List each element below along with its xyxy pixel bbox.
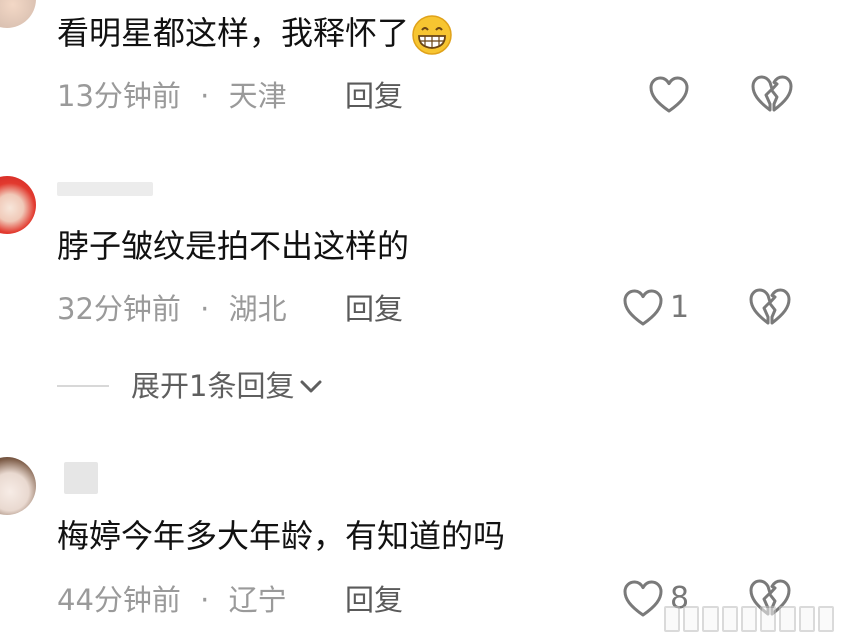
comment-time: 44分钟前 [57, 583, 181, 617]
watermark-glyph [740, 606, 758, 632]
comment-time: 32分钟前 [57, 292, 181, 326]
comment-meta: 13分钟前 · 天津 [57, 78, 287, 114]
comment-text-wrapper: 看明星都这样，我释怀了 [57, 13, 453, 56]
watermark-glyph [683, 606, 700, 632]
username-redacted [57, 182, 153, 196]
watermark-glyph [721, 606, 738, 632]
watermark-glyph [817, 606, 834, 632]
heart-outline-icon [623, 580, 663, 617]
like-button[interactable]: 1 [622, 287, 689, 329]
expand-replies-button[interactable]: 展开1条回复 [57, 366, 324, 406]
comment-meta: 32分钟前 · 湖北 [57, 291, 287, 327]
heart-outline-icon [649, 76, 689, 113]
heart-outline-icon [623, 289, 663, 326]
like-count: 1 [670, 290, 690, 325]
comment-meta: 44分钟前 · 辽宁 [57, 582, 287, 618]
comment-location: 天津 [228, 79, 287, 113]
comment-text: 脖子皱纹是拍不出这样的 [57, 227, 410, 265]
watermark [664, 605, 834, 633]
dislike-button[interactable] [750, 74, 796, 116]
dislike-button[interactable] [748, 287, 794, 329]
broken-heart-icon [749, 288, 791, 325]
chevron-down-icon [300, 380, 322, 393]
avatar[interactable] [0, 0, 36, 28]
like-button[interactable] [648, 74, 696, 116]
expand-replies-label: 展开1条回复 [131, 369, 295, 403]
comment-location: 湖北 [228, 292, 287, 326]
reply-button[interactable]: 回复 [345, 291, 403, 327]
meta-separator: · [200, 583, 210, 617]
comment-location: 辽宁 [228, 583, 287, 617]
grinning-face-emoji-icon [412, 15, 452, 55]
watermark-glyph [664, 606, 681, 632]
watermark-glyph [779, 606, 796, 632]
comment-list: 看明星都这样，我释怀了 13分钟前 · 天津 回复 脖子皱纹是拍不出这样的 32… [0, 0, 844, 640]
username-redacted [64, 462, 98, 494]
avatar[interactable] [0, 457, 36, 515]
reply-button[interactable]: 回复 [345, 582, 403, 618]
comment-text: 梅婷今年多大年龄，有知道的吗 [57, 517, 506, 555]
comment-text: 看明星都这样，我释怀了 [57, 14, 410, 52]
watermark-glyph [760, 606, 777, 632]
comment-time: 13分钟前 [57, 79, 181, 113]
watermark-glyph [798, 606, 815, 632]
broken-heart-icon [751, 75, 793, 112]
reply-button[interactable]: 回复 [345, 78, 403, 114]
expand-divider [57, 385, 109, 387]
avatar[interactable] [0, 176, 36, 234]
meta-separator: · [200, 292, 210, 326]
watermark-glyph [702, 606, 719, 632]
meta-separator: · [200, 79, 210, 113]
